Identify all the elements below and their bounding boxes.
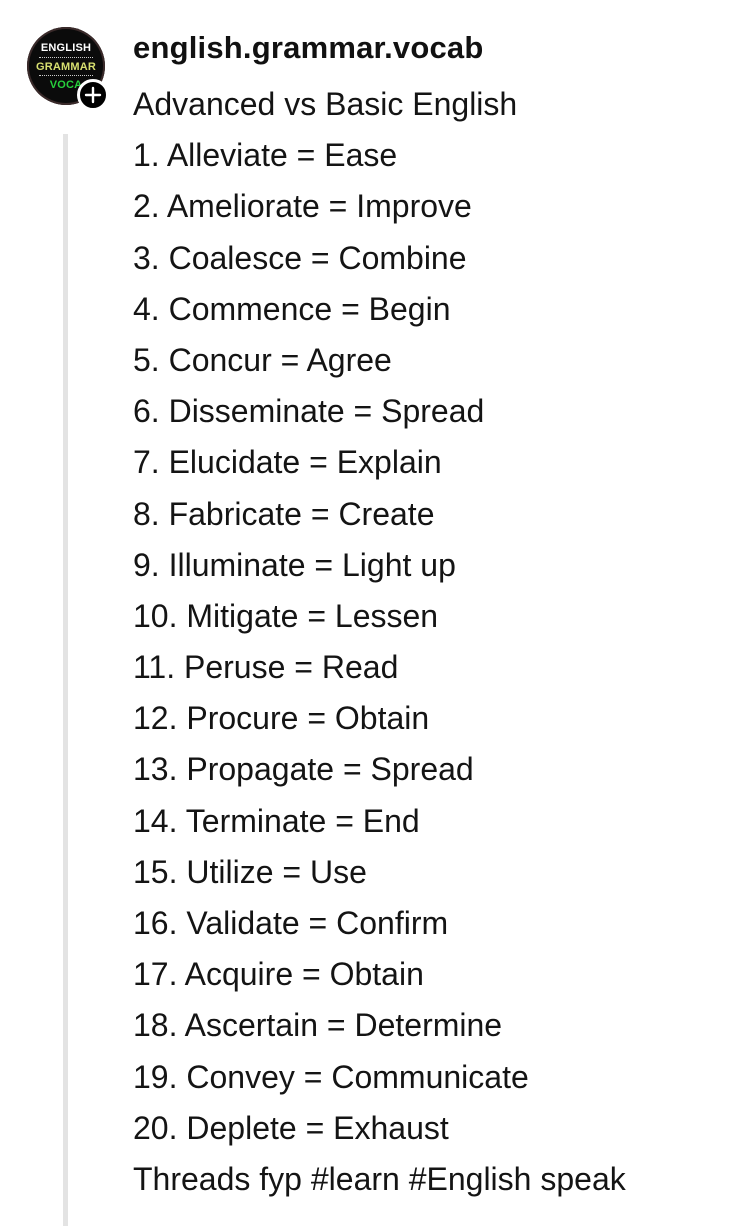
vocab-list-item: 10. Mitigate = Lessen (133, 597, 439, 634)
post-hashtags[interactable]: Threads fyp #learn #English speak (133, 1154, 626, 1205)
vocab-list-item: 3. Coalesce = Combine (133, 239, 467, 276)
vocab-list-item: 15. Utilize = Use (133, 853, 367, 890)
vocab-list-item: 14. Terminate = End (133, 802, 420, 839)
vocab-list-item: 9. Illuminate = Light up (133, 546, 456, 583)
vocab-list-item: 18. Ascertain = Determine (133, 1007, 503, 1044)
vocab-list-item: 5. Concur = Agree (133, 341, 392, 378)
vocab-list: 1. Alleviate = Ease 2. Ameliorate = Impro… (133, 130, 626, 1154)
avatar-text-grammar: GRAMMAR (35, 61, 97, 73)
plus-icon (84, 86, 102, 104)
avatar-divider (39, 57, 93, 58)
vocab-list-item: 19. Convey = Communicate (133, 1058, 529, 1095)
vocab-list-item: 6. Disseminate = Spread (133, 393, 485, 430)
username-link[interactable]: english.grammar.vocab (133, 30, 484, 66)
vocab-list-item: 13. Propagate = Spread (133, 751, 474, 788)
vocab-list-item: 11. Peruse = Read (133, 649, 399, 686)
vocab-list-item: 16. Validate = Confirm (133, 905, 449, 941)
avatar-text-english: ENGLISH (40, 42, 92, 54)
vocab-list-item: 2. Ameliorate = Improve (133, 188, 472, 225)
vocab-list-item: 12. Procure = Obtain (133, 700, 430, 737)
vocab-list-item: 20. Deplete = Exhaust (133, 1109, 449, 1146)
vocab-list-item: 8. Fabricate = Create (133, 495, 435, 532)
thread-line (63, 134, 68, 1226)
post-title: Advanced vs Basic English (133, 86, 518, 122)
vocab-list-item: 17. Acquire = Obtain (133, 956, 424, 993)
vocab-list-item: 7. Elucidate = Explain (133, 444, 442, 481)
avatar-divider (39, 75, 93, 76)
vocab-list-item: 4. Commence = Begin (133, 290, 451, 327)
vocab-list-item: 1. Alleviate = Ease (133, 137, 398, 174)
follow-button[interactable] (77, 79, 109, 111)
post-body: Advanced vs Basic English 1. Alleviate =… (133, 79, 626, 1205)
